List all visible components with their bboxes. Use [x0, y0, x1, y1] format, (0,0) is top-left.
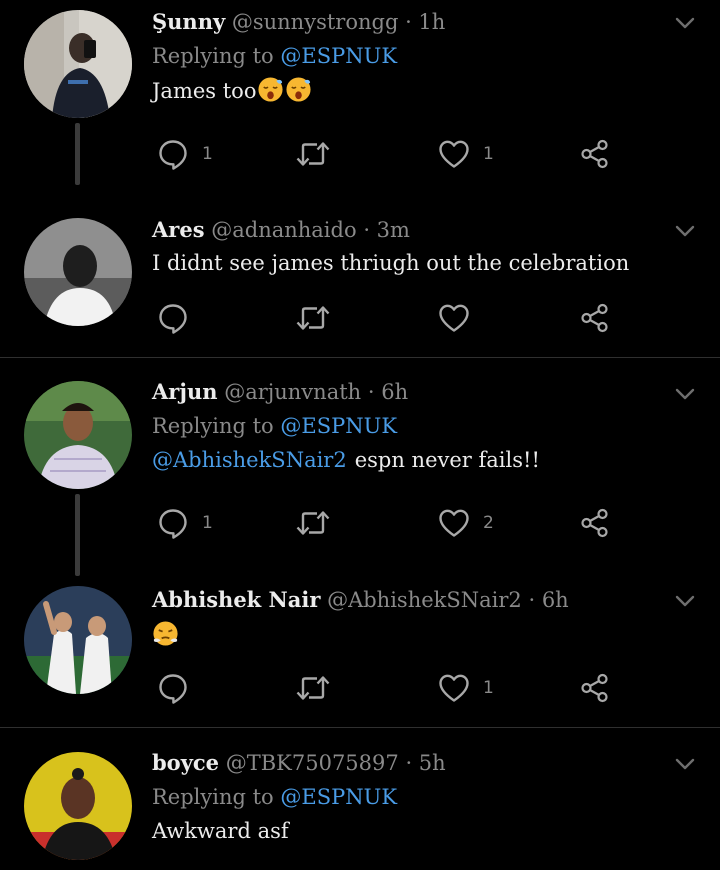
- tweet-header: Şunny @sunnystrongg · 1h: [152, 8, 700, 36]
- chevron-down-icon[interactable]: [674, 220, 696, 242]
- user-handle[interactable]: @sunnystrongg: [232, 10, 399, 34]
- avatar-boyce[interactable]: [24, 752, 132, 860]
- sleepy-face-emoji: [285, 76, 312, 103]
- chevron-down-icon[interactable]: [674, 753, 696, 775]
- avatar-arjun[interactable]: [24, 381, 132, 489]
- reply-icon: [156, 301, 190, 335]
- reply-count: 1: [202, 144, 213, 164]
- reply-icon: [156, 506, 190, 540]
- reply-button[interactable]: 1: [156, 136, 213, 172]
- chevron-down-icon[interactable]: [674, 12, 696, 34]
- timestamp: · 1h: [405, 10, 446, 34]
- reply-mention-link[interactable]: @ESPNUK: [280, 414, 397, 438]
- chevron-down-icon[interactable]: [674, 590, 696, 612]
- tweet-text: [152, 620, 700, 649]
- avatar-sunny[interactable]: [24, 10, 132, 118]
- retweet-icon: [294, 506, 332, 540]
- retweet-button[interactable]: [294, 136, 332, 172]
- display-name[interactable]: boyce: [152, 750, 219, 775]
- retweet-button[interactable]: [294, 505, 332, 541]
- like-button[interactable]: 1: [437, 136, 494, 172]
- timestamp: · 6h: [528, 588, 569, 612]
- timestamp: · 5h: [405, 751, 446, 775]
- reply-button[interactable]: 1: [156, 505, 213, 541]
- tweet-header: Abhishek Nair @AbhishekSNair2 · 6h: [152, 586, 700, 614]
- divider: [0, 357, 720, 358]
- retweet-button[interactable]: [294, 300, 332, 336]
- like-button[interactable]: 2: [437, 505, 494, 541]
- display-name[interactable]: Arjun: [152, 379, 218, 404]
- heart-icon: [437, 301, 471, 335]
- heart-icon: [437, 506, 471, 540]
- tweet-actions: 1 2: [152, 505, 622, 541]
- tweet-text-content: espn never fails!!: [354, 448, 540, 472]
- reply-icon: [156, 137, 190, 171]
- retweet-button[interactable]: [294, 670, 332, 706]
- timestamp: · 6h: [367, 380, 409, 404]
- retweet-icon: [294, 137, 332, 171]
- like-count: 1: [483, 678, 494, 698]
- share-icon: [578, 137, 612, 171]
- reply-button[interactable]: [156, 300, 190, 336]
- like-button[interactable]: [437, 300, 471, 336]
- reply-context: Replying to @ESPNUK: [152, 783, 700, 811]
- tweet-text: @AbhishekSNair2 espn never fails!!: [152, 446, 700, 474]
- reply-count: 1: [202, 513, 213, 533]
- reply-prefix: Replying to: [152, 785, 274, 809]
- retweet-icon: [294, 301, 332, 335]
- user-handle[interactable]: @adnanhaido: [211, 218, 356, 242]
- thread-connector: [75, 494, 80, 576]
- timestamp: · 3m: [363, 218, 410, 242]
- display-name[interactable]: Ares: [152, 217, 205, 242]
- tweet-actions: [152, 300, 622, 336]
- tweet-text: Awkward asf: [152, 819, 289, 843]
- reply-button[interactable]: [156, 670, 190, 706]
- face-with-steam-emoji: [152, 620, 179, 647]
- tweet-header: boyce @TBK75075897 · 5h: [152, 749, 700, 777]
- display-name[interactable]: Şunny: [152, 9, 225, 34]
- retweet-icon: [294, 671, 332, 705]
- heart-icon: [437, 137, 471, 171]
- sleepy-face-emoji: [257, 76, 284, 103]
- tweet-text: I didnt see james thriugh out the celebr…: [152, 251, 630, 275]
- heart-icon: [437, 671, 471, 705]
- share-button[interactable]: [578, 300, 612, 336]
- share-icon: [578, 301, 612, 335]
- share-button[interactable]: [578, 670, 612, 706]
- like-button[interactable]: 1: [437, 670, 494, 706]
- avatar-ares[interactable]: [24, 218, 132, 326]
- reply-prefix: Replying to: [152, 44, 274, 68]
- chevron-down-icon[interactable]: [674, 383, 696, 405]
- user-handle[interactable]: @AbhishekSNair2: [327, 588, 522, 612]
- reply-icon: [156, 671, 190, 705]
- avatar-abhishek[interactable]: [24, 586, 132, 694]
- divider: [0, 727, 720, 728]
- display-name[interactable]: Abhishek Nair: [152, 587, 320, 612]
- tweet-header: Ares @adnanhaido · 3m: [152, 216, 700, 244]
- reply-mention-link[interactable]: @ESPNUK: [280, 44, 397, 68]
- user-handle[interactable]: @arjunvnath: [224, 380, 361, 404]
- share-button[interactable]: [578, 505, 612, 541]
- reply-prefix: Replying to: [152, 414, 274, 438]
- tweet-actions: 1 1: [152, 136, 622, 172]
- tweet-actions: 1: [152, 670, 622, 706]
- share-icon: [578, 671, 612, 705]
- reply-context: Replying to @ESPNUK: [152, 412, 700, 440]
- tweet-text-content: James too: [152, 79, 257, 103]
- mention-link[interactable]: @AbhishekSNair2: [152, 448, 347, 472]
- thread-connector: [75, 123, 80, 185]
- like-count: 2: [483, 513, 494, 533]
- reply-context: Replying to @ESPNUK: [152, 42, 700, 70]
- tweet-header: Arjun @arjunvnath · 6h: [152, 378, 700, 406]
- share-button[interactable]: [578, 136, 612, 172]
- user-handle[interactable]: @TBK75075897: [226, 751, 399, 775]
- reply-mention-link[interactable]: @ESPNUK: [280, 785, 397, 809]
- tweet-text: James too: [152, 76, 700, 105]
- share-icon: [578, 506, 612, 540]
- like-count: 1: [483, 144, 494, 164]
